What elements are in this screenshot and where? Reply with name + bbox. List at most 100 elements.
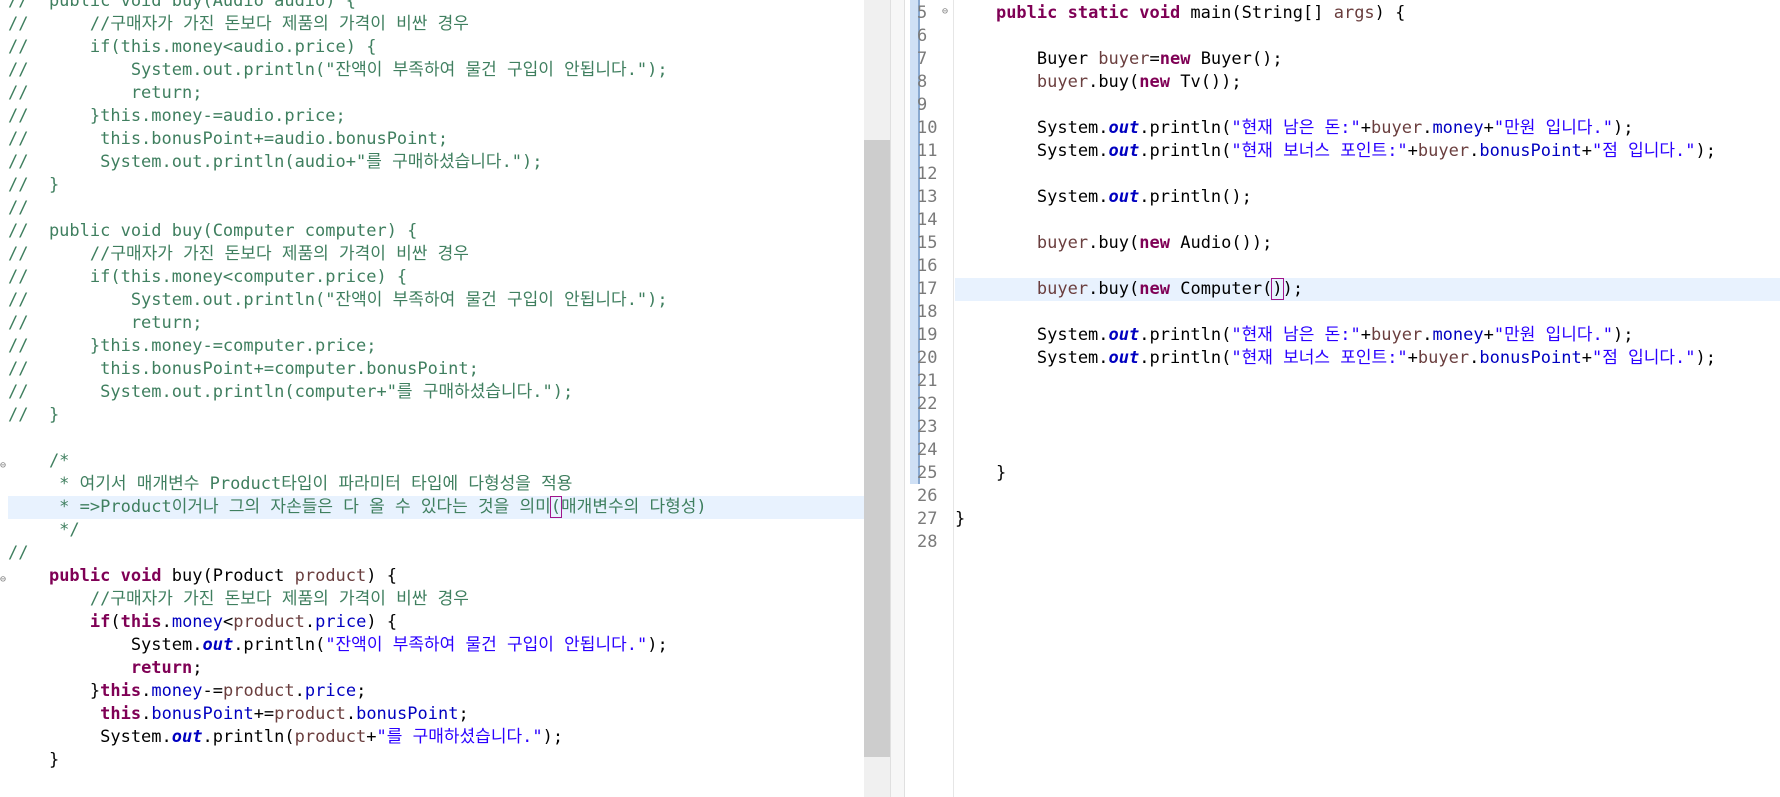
code-line[interactable] [8, 427, 864, 450]
code-token: . [1469, 141, 1480, 161]
code-line[interactable]: // this.bonusPoint+=audio.bonusPoint; [8, 128, 864, 151]
code-line[interactable]: // System.out.println(audio+"를 구매하셨습니다."… [8, 151, 864, 174]
code-line[interactable]: // public void buy(Audio audio) { [8, 0, 864, 13]
line-number: 10 [917, 118, 938, 138]
code-line[interactable]: // System.out.println(computer+"를 구매하셨습니… [8, 381, 864, 404]
code-line[interactable]: // return; [8, 82, 864, 105]
code-line[interactable] [955, 255, 1780, 278]
code-token: ( [110, 612, 121, 632]
code-line[interactable]: // //구매자가 가진 돈보다 제품의 가격이 비싼 경우 [8, 13, 864, 36]
line-number: 14 [917, 210, 938, 230]
code-line[interactable]: /* [8, 450, 864, 473]
code-line[interactable] [955, 25, 1780, 48]
line-number: 21 [917, 371, 938, 391]
code-line[interactable]: } [955, 508, 1780, 531]
code-line[interactable]: } [8, 749, 864, 772]
code-line[interactable]: public static void main(String[] args) { [955, 2, 1780, 25]
code-line[interactable] [955, 163, 1780, 186]
code-line[interactable] [955, 416, 1780, 439]
code-token: .println(); [1139, 187, 1252, 207]
code-line[interactable]: System.out.println(product+"를 구매하셨습니다.")… [8, 726, 864, 749]
code-token: main(String[] [1180, 3, 1334, 23]
line-number: 20 [917, 348, 938, 368]
code-line[interactable] [955, 393, 1780, 416]
code-token: new [1139, 72, 1170, 92]
code-line[interactable] [955, 370, 1780, 393]
code-line[interactable] [955, 531, 1780, 554]
code-line[interactable] [955, 209, 1780, 232]
code-token: // //구매자가 가진 돈보다 제품의 가격이 비싼 경우 [8, 14, 469, 34]
line-number: 5 [917, 3, 928, 23]
code-line[interactable]: System.out.println("현재 보너스 포인트:"+buyer.b… [955, 347, 1780, 370]
code-line[interactable]: System.out.println("현재 보너스 포인트:"+buyer.b… [955, 140, 1780, 163]
code-line[interactable] [955, 485, 1780, 508]
code-line[interactable]: // }this.money-=audio.price; [8, 105, 864, 128]
code-line[interactable]: // if(this.money<audio.price) { [8, 36, 864, 59]
code-line[interactable]: // [8, 542, 864, 565]
code-line[interactable]: System.out.println(); [955, 186, 1780, 209]
code-token: "점 입니다." [1591, 141, 1696, 161]
code-line[interactable]: public void buy(Product product) { [8, 565, 864, 588]
code-line[interactable]: System.out.println("잔액이 부족하여 물건 구입이 안됩니다… [8, 634, 864, 657]
code-line[interactable]: }this.money-=product.price; [8, 680, 864, 703]
code-token: // System.out.println("잔액이 부족하여 물건 구입이 안… [8, 290, 668, 310]
code-line[interactable]: // if(this.money<computer.price) { [8, 266, 864, 289]
code-line[interactable]: buyer.buy(new Audio()); [955, 232, 1780, 255]
line-number: 25 [917, 463, 938, 483]
right-code-editor[interactable]: ⊖ 5 public static void main(String[] arg… [905, 0, 1780, 797]
code-token: // }this.money-=computer.price; [8, 336, 377, 356]
code-token: out [202, 635, 234, 655]
code-token: } [8, 681, 101, 701]
code-line[interactable] [955, 94, 1780, 117]
code-line[interactable]: // [8, 197, 864, 220]
code-token: // [8, 198, 29, 218]
code-line[interactable]: } [955, 462, 1780, 485]
code-line[interactable]: buyer.buy(new Computer()); [955, 278, 1780, 301]
code-line[interactable]: //구매자가 가진 돈보다 제품의 가격이 비싼 경우 [8, 588, 864, 611]
fold-collapse-icon[interactable]: ⊖ [0, 574, 6, 585]
code-line[interactable]: // return; [8, 312, 864, 335]
code-line[interactable]: // } [8, 404, 864, 427]
code-token: /* [8, 451, 70, 471]
code-token: "현재 남은 돈:" [1231, 118, 1361, 138]
code-line[interactable]: System.out.println("현재 남은 돈:"+buyer.mone… [955, 117, 1780, 140]
code-line[interactable]: return; [8, 657, 864, 680]
code-token: // System.out.println(audio+"를 구매하셨습니다."… [8, 152, 543, 172]
code-token: buyer [1371, 325, 1423, 345]
code-line[interactable]: // }this.money-=computer.price; [8, 335, 864, 358]
code-line[interactable]: this.bonusPoint+=product.bonusPoint; [8, 703, 864, 726]
code-token: ; [356, 681, 367, 701]
code-token: product [294, 566, 367, 586]
code-line[interactable]: * 여기서 매개변수 Product타입이 파라미터 타입에 다형성을 적용 [8, 473, 864, 496]
code-line[interactable]: System.out.println("현재 남은 돈:"+buyer.mone… [955, 324, 1780, 347]
line-number: 27 [917, 509, 938, 529]
code-line[interactable]: // this.bonusPoint+=computer.bonusPoint; [8, 358, 864, 381]
code-line[interactable]: // System.out.println("잔액이 부족하여 물건 구입이 안… [8, 59, 864, 82]
code-token: this [100, 681, 142, 701]
code-line[interactable]: // System.out.println("잔액이 부족하여 물건 구입이 안… [8, 289, 864, 312]
code-line[interactable]: if(this.money<product.price) { [8, 611, 864, 634]
code-token: "를 구매하셨습니다." [376, 727, 543, 747]
code-token: System. [8, 727, 172, 747]
code-line[interactable]: */ [8, 519, 864, 542]
code-line[interactable]: Buyer buyer=new Buyer(); [955, 48, 1780, 71]
code-token: + [1360, 118, 1371, 138]
code-token: buyer [1036, 279, 1089, 299]
code-line[interactable]: // //구매자가 가진 돈보다 제품의 가격이 비싼 경우 [8, 243, 864, 266]
code-token: money [1432, 325, 1484, 345]
code-line[interactable] [955, 301, 1780, 324]
code-line[interactable]: * =>Product이거나 그의 자손들은 다 올 수 있다는 것을 의미(매… [8, 496, 864, 519]
code-line[interactable]: // public void buy(Computer computer) { [8, 220, 864, 243]
editor-split-divider[interactable] [890, 0, 905, 797]
code-line[interactable] [955, 439, 1780, 462]
left-code-editor[interactable]: ⊖ ⊖ // public void buy(Audio audio) {// … [0, 0, 890, 797]
code-line[interactable]: buyer.buy(new Tv()); [955, 71, 1780, 94]
left-vertical-scrollbar-thumb[interactable] [864, 140, 890, 757]
code-token: out [1108, 187, 1140, 207]
fold-collapse-icon[interactable]: ⊖ [0, 460, 6, 471]
code-token: .println( [233, 635, 326, 655]
code-line[interactable]: // } [8, 174, 864, 197]
code-token: ) [1271, 278, 1284, 300]
code-token: buyer [1417, 348, 1470, 368]
